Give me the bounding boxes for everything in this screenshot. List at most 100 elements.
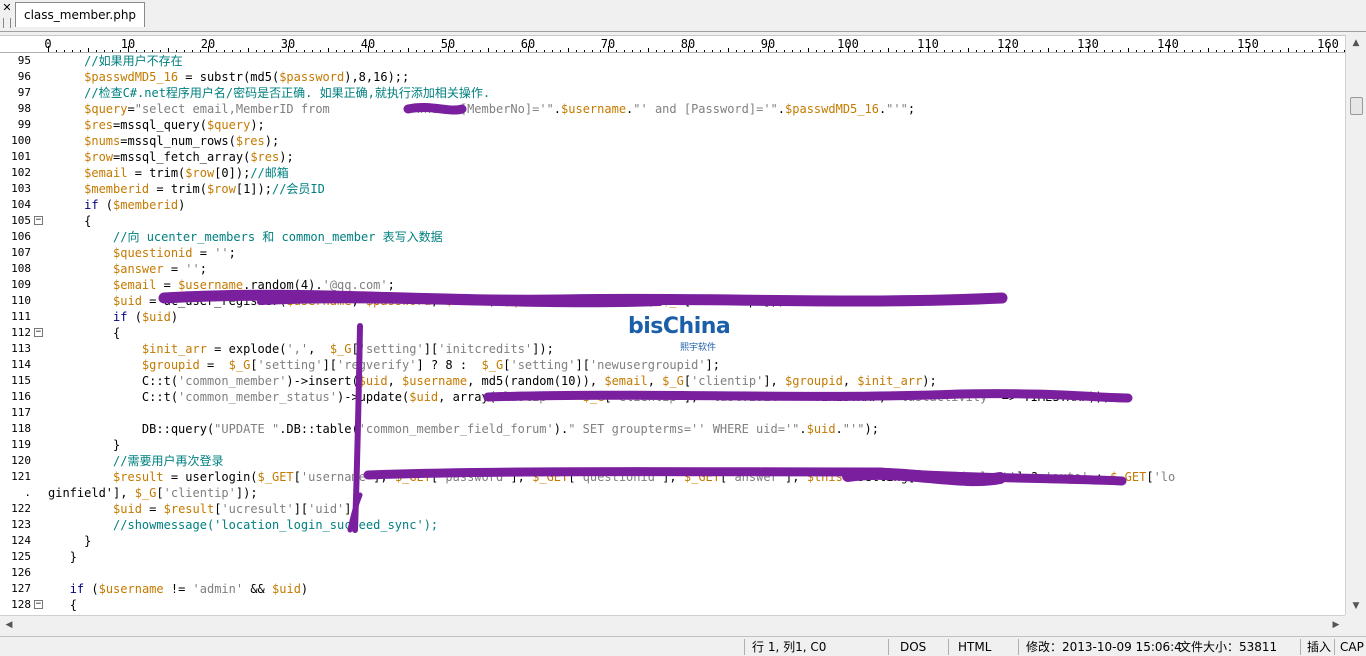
code-token: $_G [582, 390, 605, 404]
code-line[interactable]: 97 //检查C#.net程序用户名/密码是否正确. 如果正确,就执行添加相关操… [0, 85, 1345, 101]
code-token: => TIMESTAMP)); [994, 390, 1111, 404]
code-token: $memberid [84, 182, 150, 196]
ruler-tick [104, 50, 105, 52]
ruler-label: 100 [837, 37, 859, 51]
fold-minus-icon[interactable]: − [34, 600, 43, 609]
code-token: $nums [84, 134, 121, 148]
code-text: $uid = uc_user_register($username, $pass… [48, 293, 785, 309]
code-token: $answer [113, 262, 164, 276]
status-insert-mode[interactable]: 插入 [1307, 639, 1331, 655]
code-line[interactable]: 101 $row=mssql_fetch_array($res); [0, 149, 1345, 165]
ruler-tick [224, 50, 225, 52]
code-line[interactable]: 126 [0, 565, 1345, 581]
code-line[interactable]: 104 if ($memberid) [0, 197, 1345, 213]
code-text: $query="select email,MemberID from where… [48, 101, 915, 117]
status-separator [948, 639, 949, 655]
code-line[interactable]: 120 //需要用户再次登录 [0, 453, 1345, 469]
code-line[interactable]: 124 } [0, 533, 1345, 549]
code-line[interactable]: 125 } [0, 549, 1345, 565]
code-line[interactable]: 107 $questionid = ''; [0, 245, 1345, 261]
code-line[interactable]: . ginfield'], $_G['clientip']); [0, 485, 1345, 501]
ruler-tick [784, 50, 785, 52]
fold-minus-icon[interactable]: − [34, 216, 43, 225]
code-line[interactable]: 106 //向 ucenter_members 和 common_member … [0, 229, 1345, 245]
vertical-scroll-thumb[interactable] [1350, 97, 1363, 115]
code-line[interactable]: 121 $result = userlogin($_GET['username'… [0, 469, 1345, 485]
code-line[interactable]: 99 $res=mssql_query($query); [0, 117, 1345, 133]
code-line[interactable]: 123 //showmessage('location_login_succee… [0, 517, 1345, 533]
code-token: $passwdMD5_16 [785, 102, 879, 116]
tab-grip-icon[interactable] [3, 18, 11, 28]
code-line[interactable]: 115 C::t('common_member')->insert($uid, … [0, 373, 1345, 389]
horizontal-scrollbar[interactable]: ◀ ▶ [0, 615, 1345, 635]
code-token: 'newusergroupid' [589, 358, 706, 372]
code-token: $email [84, 166, 128, 180]
code-text: $groupid = $_G['setting']['regverify'] ?… [48, 357, 720, 373]
code-token: $answer [597, 294, 648, 308]
scroll-up-icon[interactable]: ▲ [1346, 35, 1366, 52]
code-line[interactable]: 122 $uid = $result['ucresult']['uid']; [0, 501, 1345, 517]
code-token: = explode( [206, 342, 287, 356]
code-line[interactable]: 110 $uid = uc_user_register($username, $… [0, 293, 1345, 309]
code-token: '' [185, 262, 200, 276]
code-line[interactable]: 108 $answer = ''; [0, 261, 1345, 277]
line-number: 124 [11, 534, 31, 547]
status-separator [888, 639, 889, 655]
code-line[interactable]: 98 $query="select email,MemberID from wh… [0, 101, 1345, 117]
code-token: . [553, 102, 562, 116]
scroll-down-icon[interactable]: ▼ [1346, 598, 1366, 615]
code-token: 'clientip' [163, 486, 236, 500]
scrollbar-corner [1345, 615, 1366, 635]
status-syntax[interactable]: HTML [958, 639, 991, 655]
logo-subtext: 熙宇软件 [680, 343, 717, 353]
code-line[interactable]: 109 $email = $username.random(4).'@qq.co… [0, 277, 1345, 293]
ruler-tick [256, 50, 257, 52]
code-token: ); [922, 374, 937, 388]
code-line[interactable]: 128− { [0, 597, 1345, 613]
code-token: $_GET [257, 470, 294, 484]
ruler-tick [184, 50, 185, 52]
code-line[interactable]: 127 if ($username != 'admin' && $uid) [0, 581, 1345, 597]
code-token: $res [250, 150, 280, 164]
code-token: 'lo [1153, 470, 1176, 484]
fold-minus-icon[interactable]: − [34, 328, 43, 337]
code-token: '' [214, 246, 229, 260]
code-token: && [243, 582, 273, 596]
ruler-label: 110 [917, 37, 939, 51]
code-line[interactable]: 96 $passwdMD5_16 = substr(md5($password)… [0, 69, 1345, 85]
code-token: C::t( [141, 390, 179, 404]
code-line[interactable]: 95 //如果用户不存在 [0, 53, 1345, 69]
code-line[interactable]: 116 C::t('common_member_status')->update… [0, 389, 1345, 405]
code-line[interactable]: 119 } [0, 437, 1345, 453]
code-line[interactable]: 114 $groupid = $_G['setting']['regverify… [0, 357, 1345, 373]
vertical-scrollbar[interactable]: ▲ ▼ [1345, 35, 1366, 615]
code-token: , [488, 294, 504, 308]
line-number: 95 [17, 54, 31, 67]
code-text: $email = trim($row[0]);//邮箱 [48, 165, 289, 181]
ruler-tick [136, 50, 137, 52]
code-line[interactable]: 118 DB::query("UPDATE ".DB::table('commo… [0, 421, 1345, 437]
code-token: . [835, 422, 843, 436]
ruler-tick [240, 50, 241, 52]
scroll-left-icon[interactable]: ◀ [2, 618, 16, 633]
code-line[interactable]: 117 [0, 405, 1345, 421]
code-line[interactable]: 102 $email = trim($row[0]);//邮箱 [0, 165, 1345, 181]
tab-class-member[interactable]: class_member.php [15, 2, 146, 27]
ruler-tick [1048, 48, 1049, 52]
code-line[interactable]: 105− { [0, 213, 1345, 229]
line-number: 102 [11, 166, 31, 179]
status-eol[interactable]: DOS [900, 639, 926, 655]
code-token: ; [228, 246, 236, 260]
code-text: C::t('common_member')->insert($uid, $use… [48, 373, 937, 389]
code-token: //邮箱 [250, 166, 289, 180]
line-number: 127 [11, 582, 31, 595]
code-token: ]); [235, 486, 258, 500]
code-token: = [141, 502, 164, 516]
scroll-right-icon[interactable]: ▶ [1329, 618, 1343, 633]
code-text: $questionid = ''; [48, 245, 236, 261]
code-token: = [163, 262, 186, 276]
code-token: $uid [806, 422, 836, 436]
code-line[interactable]: 103 $memberid = trim($row[1]);//会员ID [0, 181, 1345, 197]
code-line[interactable]: 100 $nums=mssql_num_rows($res); [0, 133, 1345, 149]
close-icon[interactable]: ✕ [1, 2, 13, 16]
